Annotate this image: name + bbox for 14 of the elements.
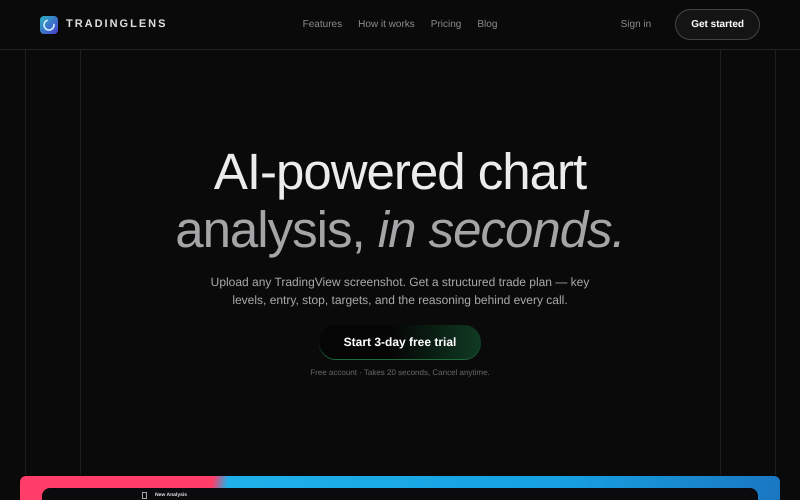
free-trial-button[interactable]: Start 3-day free trial [318,325,482,360]
document-icon [142,492,147,499]
nav-link[interactable]: Pricing [430,17,462,32]
hero-heading: analysis, in seconds. [175,200,625,258]
brand-name: TRADINGLENS [66,17,168,32]
get-started-button[interactable]: Get started [675,9,760,40]
nav-link[interactable]: Features [302,17,342,32]
signup-note: Free account · Takes 20 seconds, Cancel anytime. [310,367,490,380]
sign-in-link[interactable]: Sign in [620,17,652,32]
hero-heading: AI-powered chart [212,143,588,201]
nav-link[interactable]: Blog [477,17,498,32]
nav-link[interactable]: How it works [358,17,415,32]
hero-subtitle: Upload any TradingView screenshot. Get a structured trade plan — key levels, entry, stop, targets, and the reasoning behind every call. [210,274,590,309]
logo-icon [40,16,58,34]
